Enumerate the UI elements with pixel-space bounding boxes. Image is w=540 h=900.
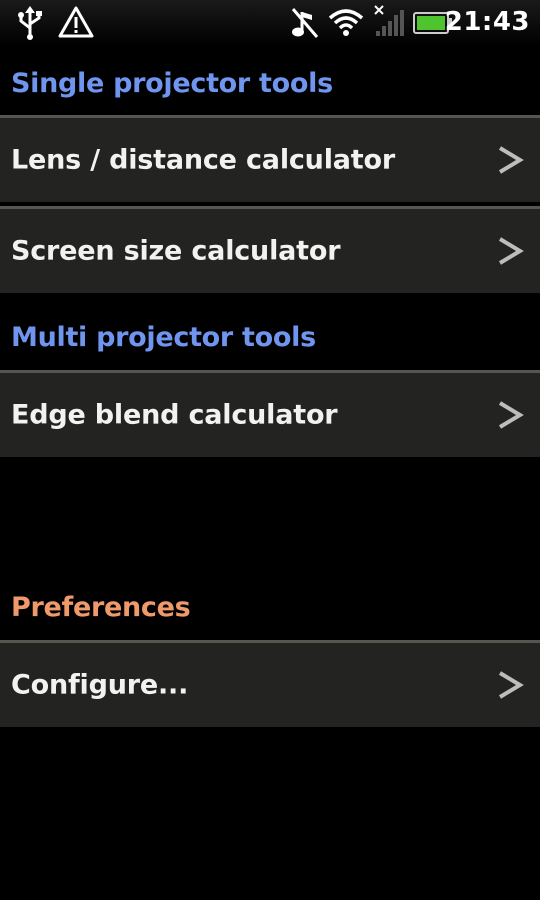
chevron-right-icon	[498, 401, 524, 429]
list-item-edge-blend-calculator[interactable]: Edge blend calculator	[0, 370, 540, 457]
wifi-icon	[328, 9, 364, 36]
list-item-screen-size-calculator[interactable]: Screen size calculator	[0, 206, 540, 293]
status-bar: 21:43	[0, 0, 540, 46]
item-label: Screen size calculator	[11, 235, 341, 267]
list-item-configure[interactable]: Configure...	[0, 640, 540, 727]
status-time: 21:43	[444, 7, 530, 37]
item-label: Lens / distance calculator	[11, 144, 395, 176]
list-item-lens-distance-calculator[interactable]: Lens / distance calculator	[0, 115, 540, 202]
item-label: Configure...	[11, 669, 189, 701]
section-header-multi-projector-tools: Multi projector tools	[11, 322, 316, 353]
chevron-right-icon	[498, 671, 524, 699]
chevron-right-icon	[498, 146, 524, 174]
section-header-preferences: Preferences	[11, 592, 191, 623]
chevron-right-icon	[498, 237, 524, 265]
warning-icon	[58, 6, 94, 38]
muted-notification-icon	[291, 8, 319, 38]
no-signal-icon	[374, 5, 404, 36]
item-label: Edge blend calculator	[11, 399, 338, 431]
section-header-single-projector-tools: Single projector tools	[11, 68, 333, 99]
usb-icon	[18, 6, 42, 40]
